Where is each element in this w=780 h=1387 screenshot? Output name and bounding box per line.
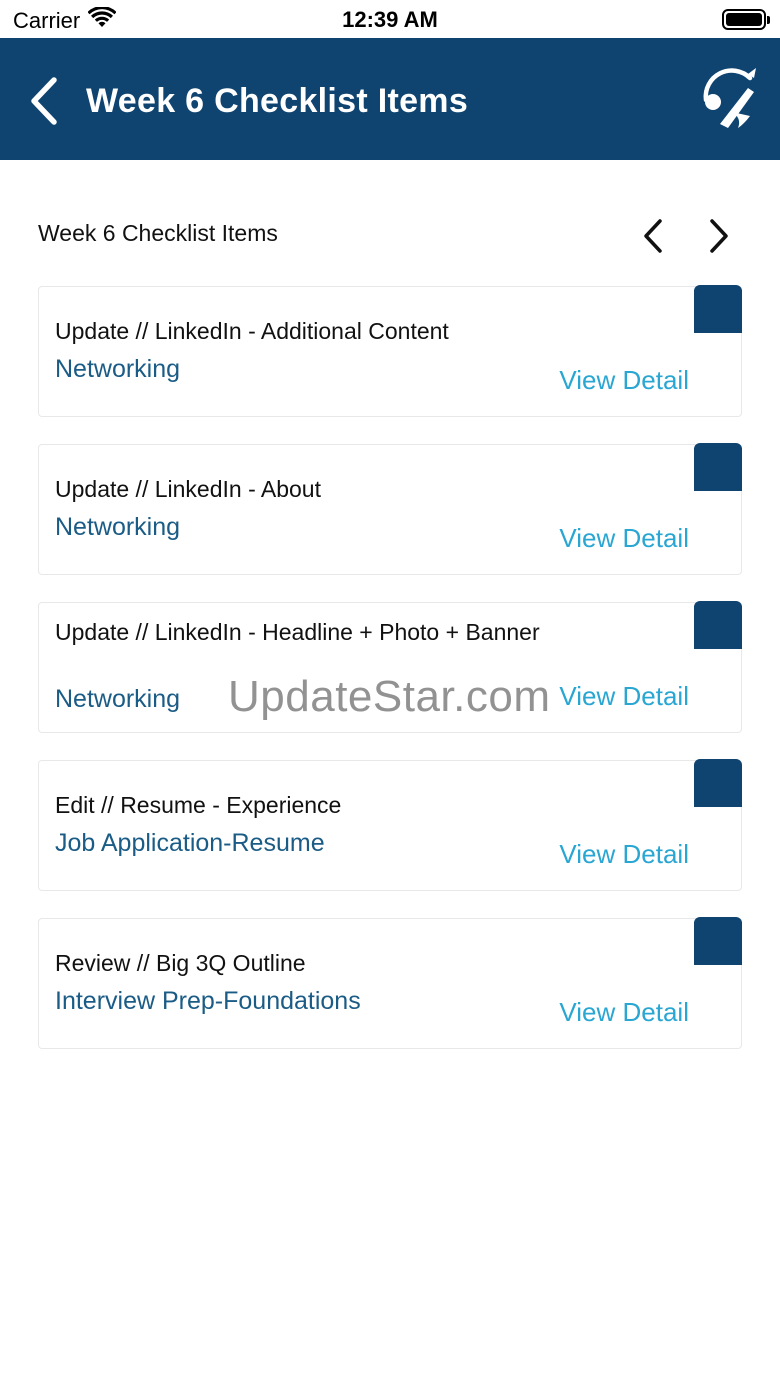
status-time: 12:39 AM bbox=[342, 7, 438, 32]
checklist-item-card[interactable]: Update // LinkedIn - Additional Content … bbox=[38, 285, 742, 417]
view-detail-link[interactable]: View Detail bbox=[559, 523, 689, 554]
checklist-item-card[interactable]: Edit // Resume - Experience Job Applicat… bbox=[38, 759, 742, 891]
checklist-item-card[interactable]: Update // LinkedIn - About Networking Vi… bbox=[38, 443, 742, 575]
item-status-marker[interactable] bbox=[694, 601, 742, 649]
navigation-bar: Week 6 Checklist Items bbox=[0, 38, 780, 160]
item-title: Update // LinkedIn - Additional Content bbox=[55, 318, 449, 344]
item-status-marker[interactable] bbox=[694, 443, 742, 491]
item-status-marker[interactable] bbox=[694, 917, 742, 965]
view-detail-link[interactable]: View Detail bbox=[559, 839, 689, 870]
view-detail-link[interactable]: View Detail bbox=[559, 997, 689, 1028]
item-category: Interview Prep-Foundations bbox=[55, 987, 361, 1015]
app-logo-icon bbox=[698, 66, 760, 132]
item-category: Networking bbox=[55, 685, 181, 713]
item-title: Edit // Resume - Experience bbox=[55, 792, 342, 818]
item-title: Update // LinkedIn - About bbox=[55, 476, 321, 502]
view-detail-link[interactable]: View Detail bbox=[559, 365, 689, 396]
checklist-item-card[interactable]: Review // Big 3Q Outline Interview Prep-… bbox=[38, 917, 742, 1049]
section-title: Week 6 Checklist Items bbox=[38, 220, 278, 246]
battery-icon bbox=[722, 9, 770, 30]
section-header: Week 6 Checklist Items bbox=[38, 214, 742, 258]
item-category: Networking bbox=[55, 355, 181, 383]
item-title: Update // LinkedIn - Headline + Photo + … bbox=[55, 619, 540, 645]
watermark-text: UpdateStar.com bbox=[228, 672, 551, 721]
chevron-left-icon bbox=[644, 219, 662, 253]
next-week-button[interactable] bbox=[702, 214, 736, 258]
back-chevron-icon bbox=[31, 77, 57, 125]
back-button[interactable] bbox=[22, 74, 66, 128]
chevron-right-icon bbox=[710, 219, 728, 253]
previous-week-button[interactable] bbox=[636, 214, 670, 258]
item-category: Job Application-Resume bbox=[55, 829, 325, 857]
status-bar: Carrier 12:39 AM bbox=[0, 0, 780, 38]
item-title: Review // Big 3Q Outline bbox=[55, 950, 306, 976]
item-status-marker[interactable] bbox=[694, 759, 742, 807]
view-detail-link[interactable]: View Detail bbox=[559, 681, 689, 712]
item-status-marker[interactable] bbox=[694, 285, 742, 333]
item-category: Networking bbox=[55, 513, 181, 541]
page-title: Week 6 Checklist Items bbox=[86, 82, 469, 120]
